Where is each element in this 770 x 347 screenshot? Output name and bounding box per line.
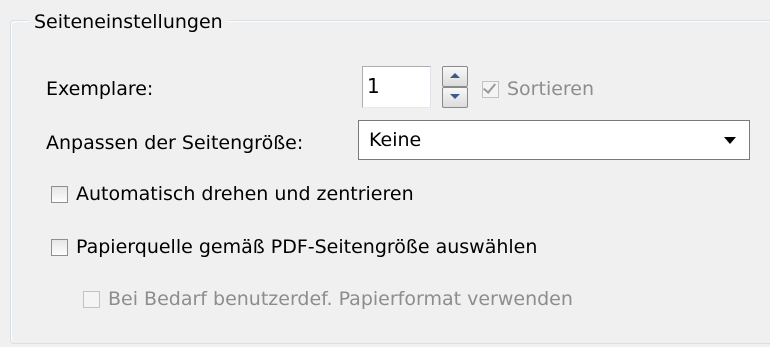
arrow-up-icon <box>450 73 460 78</box>
page-scaling-label: Anpassen der Seitengröße: <box>46 132 304 154</box>
page-scaling-select[interactable]: Keine <box>358 120 750 160</box>
custom-paper-checkbox[interactable] <box>83 291 100 308</box>
collate-checkbox[interactable] <box>482 80 499 98</box>
auto-rotate-label[interactable]: Automatisch drehen und zentrieren <box>76 182 414 206</box>
paper-source-label[interactable]: Papierquelle gemäß PDF-Seitengröße auswä… <box>76 235 537 259</box>
custom-paper-label: Bei Bedarf benutzerdef. Papierformat ver… <box>108 288 573 310</box>
copies-input[interactable]: 1 <box>362 66 431 108</box>
auto-rotate-checkbox[interactable] <box>51 186 68 203</box>
arrow-down-icon <box>450 94 460 99</box>
copies-spinner[interactable] <box>442 66 468 108</box>
spin-down-button[interactable] <box>442 87 468 108</box>
paper-source-checkbox[interactable] <box>51 239 68 256</box>
checkmark-icon <box>482 80 497 94</box>
chevron-down-icon <box>724 137 736 144</box>
group-title: Seiteneinstellungen <box>28 10 229 34</box>
spin-up-button[interactable] <box>442 66 468 87</box>
dropdown-button[interactable] <box>712 122 748 158</box>
collate-label: Sortieren <box>507 78 595 100</box>
copies-label: Exemplare: <box>46 78 154 100</box>
page-scaling-value: Keine <box>369 129 422 151</box>
